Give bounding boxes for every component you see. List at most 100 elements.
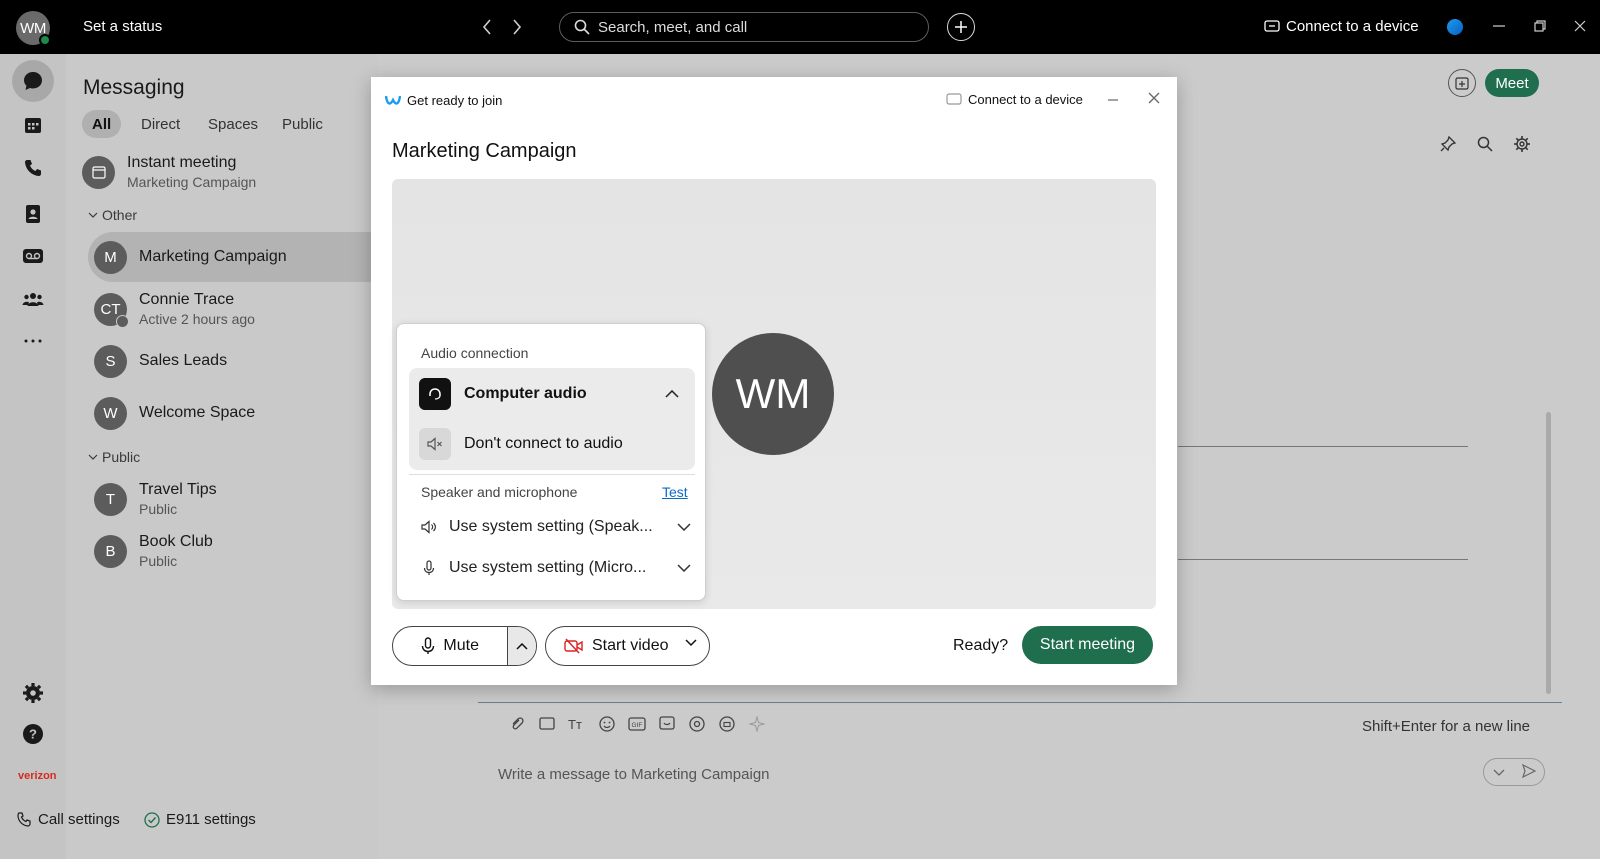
sticker-icon[interactable]: [657, 714, 677, 734]
gif-icon[interactable]: GIF: [627, 714, 647, 734]
video-off-icon: [564, 638, 583, 654]
screenshot-icon[interactable]: [537, 714, 557, 734]
close-icon[interactable]: [1148, 91, 1160, 109]
webex-logo-icon: [1447, 19, 1463, 35]
pin-icon[interactable]: [1437, 133, 1459, 155]
microphone-icon: [422, 637, 435, 654]
contacts-icon[interactable]: [16, 197, 50, 231]
messaging-panel: Messaging All Direct Spaces Public Insta…: [66, 54, 378, 859]
conversation-avatar: S: [94, 344, 127, 378]
conversation-subtitle: Public: [139, 501, 178, 517]
conversation-name: Travel Tips: [139, 481, 217, 498]
format-text-icon[interactable]: Tт: [567, 714, 587, 734]
conversation-item[interactable]: T Travel Tips Public: [88, 474, 378, 524]
conversation-name: Marketing Campaign: [139, 248, 287, 265]
back-arrow-icon[interactable]: [476, 16, 498, 38]
emoji-icon[interactable]: [597, 714, 617, 734]
phone-icon[interactable]: [16, 151, 50, 185]
teams-icon[interactable]: [16, 282, 50, 316]
gear-icon[interactable]: [1511, 133, 1533, 155]
compose-toolbar: Tт GIF: [507, 714, 767, 734]
clock-status-icon: [116, 314, 129, 328]
ready-label: Ready?: [953, 637, 1009, 654]
minimize-icon[interactable]: [1107, 91, 1119, 109]
filter-public[interactable]: Public: [272, 110, 333, 138]
connect-device-button[interactable]: Connect to a device: [946, 92, 1083, 107]
add-button[interactable]: [947, 13, 975, 41]
meet-button[interactable]: Meet: [1485, 69, 1539, 97]
start-meeting-button[interactable]: Start meeting: [1022, 626, 1153, 664]
schedule-send-icon[interactable]: [717, 714, 737, 734]
user-avatar[interactable]: WM: [16, 11, 51, 46]
forward-arrow-icon[interactable]: [506, 16, 528, 38]
filter-all[interactable]: All: [82, 110, 122, 138]
conversation-item[interactable]: W Welcome Space: [88, 388, 378, 438]
scrollbar[interactable]: [1546, 412, 1551, 694]
no-audio-option[interactable]: Don't connect to audio: [419, 428, 623, 460]
voicemail-icon[interactable]: [16, 239, 50, 273]
conversation-item[interactable]: S Sales Leads: [88, 336, 378, 386]
speaker-select[interactable]: Use system setting (Speak...: [421, 518, 691, 536]
section-public[interactable]: Public: [88, 449, 140, 465]
device-icon: [1264, 19, 1280, 32]
chevron-down-icon[interactable]: [685, 639, 697, 647]
get-ready-dialog: Get ready to join Connect to a device Ma…: [371, 77, 1177, 685]
restore-icon[interactable]: [1528, 14, 1552, 38]
microphone-select[interactable]: Use system setting (Micro...: [421, 559, 691, 577]
section-public-label: Public: [102, 449, 141, 465]
search-input[interactable]: Search, meet, and call: [559, 12, 929, 42]
chevron-down-icon: [677, 523, 691, 531]
computer-audio-option[interactable]: Computer audio: [419, 378, 685, 410]
minimize-icon[interactable]: [1487, 14, 1511, 38]
conversation-item[interactable]: B Book Club Public: [88, 526, 378, 576]
conversation-item[interactable]: CT Connie Trace Active 2 hours ago: [88, 284, 378, 334]
connect-device-button[interactable]: Connect to a device: [1264, 18, 1419, 35]
filter-spaces[interactable]: Spaces: [198, 110, 268, 138]
connect-device-label: Connect to a device: [968, 92, 1083, 107]
start-video-button[interactable]: Start video: [545, 626, 710, 666]
message-input[interactable]: Write a message to Marketing Campaign: [498, 766, 770, 783]
schedule-meeting-button[interactable]: [1448, 69, 1476, 97]
section-other[interactable]: Other: [88, 207, 137, 223]
chevron-up-icon: [516, 642, 528, 650]
search-placeholder: Search, meet, and call: [598, 18, 748, 36]
send-options-chevron-icon[interactable]: [1493, 765, 1505, 780]
set-status-link[interactable]: Set a status: [83, 18, 162, 35]
plus-icon: [955, 21, 967, 33]
conversation-avatar: W: [94, 396, 127, 430]
search-icon[interactable]: [1474, 133, 1496, 155]
device-icon: [946, 93, 962, 105]
meeting-title: Marketing Campaign: [392, 140, 577, 162]
chevron-up-icon[interactable]: [665, 390, 679, 398]
conversation-subtitle: Public: [139, 553, 178, 569]
test-audio-link[interactable]: Test: [662, 484, 688, 500]
settings-gear-icon[interactable]: [16, 676, 50, 710]
instant-meeting-item[interactable]: Instant meeting Marketing Campaign: [82, 147, 378, 197]
more-icon[interactable]: [16, 324, 50, 358]
calendar-plus-icon: [1455, 77, 1469, 90]
audio-connection-label: Audio connection: [421, 345, 529, 361]
messaging-title: Messaging: [83, 76, 185, 99]
e911-settings-label: E911 settings: [166, 811, 256, 828]
conversation-name: Welcome Space: [139, 404, 256, 421]
speaker-mic-label: Speaker and microphone: [421, 484, 578, 500]
call-settings-button[interactable]: Call settings: [16, 811, 120, 828]
send-icon[interactable]: [1521, 763, 1536, 781]
headset-icon: [419, 378, 451, 410]
e911-settings-button[interactable]: E911 settings: [144, 811, 256, 828]
conversation-item[interactable]: M Marketing Campaign: [88, 232, 378, 282]
messaging-icon[interactable]: [12, 60, 54, 102]
calendar-icon[interactable]: [16, 108, 50, 142]
ai-sparkle-icon[interactable]: [747, 714, 767, 734]
section-other-label: Other: [102, 207, 138, 223]
close-window-icon[interactable]: [1568, 14, 1592, 38]
filter-direct[interactable]: Direct: [131, 110, 190, 138]
mute-button[interactable]: Mute: [393, 627, 507, 665]
avatar-initials: CT: [100, 300, 121, 318]
attach-icon[interactable]: [507, 714, 527, 734]
mention-icon[interactable]: [687, 714, 707, 734]
presence-dot: [39, 34, 51, 46]
microphone-select-value: Use system setting (Micro...: [449, 559, 647, 576]
audio-options-toggle[interactable]: [507, 627, 536, 665]
help-icon[interactable]: ?: [16, 717, 50, 751]
